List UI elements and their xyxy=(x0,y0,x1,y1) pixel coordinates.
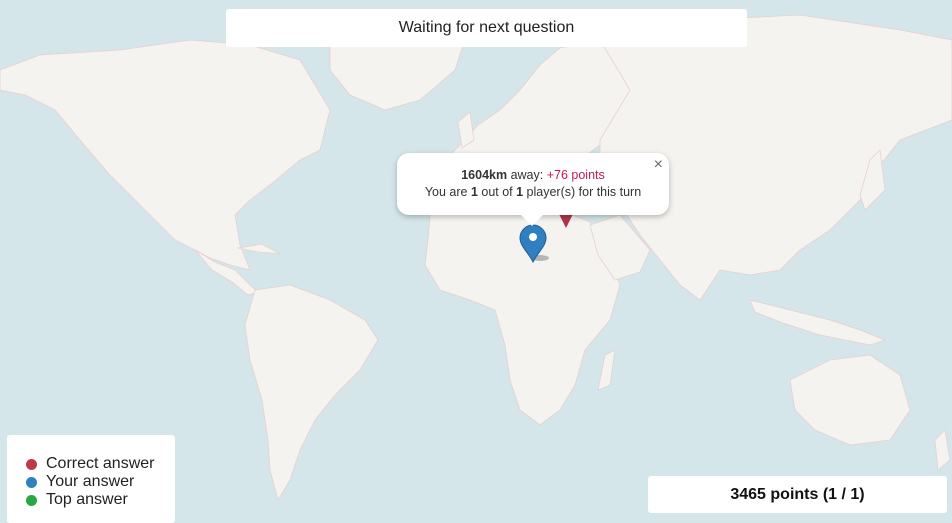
popup-rank-line: You are 1 out of 1 player(s) for this tu… xyxy=(397,185,669,199)
rank-suffix: player(s) for this turn xyxy=(523,185,642,199)
popup-distance-line: 1604km away: +76 points xyxy=(397,168,669,182)
legend-item-correct: Correct answer xyxy=(26,455,154,473)
legend-label: Correct answer xyxy=(46,455,155,472)
legend-label: Your answer xyxy=(46,473,135,490)
away-label: away: xyxy=(507,168,547,182)
legend-label: Top answer xyxy=(46,491,128,508)
correct-dot-icon xyxy=(26,458,37,470)
status-text: Waiting for next question xyxy=(398,19,575,36)
legend: Correct answer Your answer Top answer xyxy=(7,435,175,523)
result-popup: × 1604km away: +76 points You are 1 out … xyxy=(397,153,669,215)
rank-value: 1 xyxy=(470,185,478,199)
status-banner: Waiting for next question xyxy=(226,9,747,47)
points-earned: +76 points xyxy=(546,168,605,182)
rank-mid: out of xyxy=(477,185,517,199)
rank-prefix: You are xyxy=(424,185,471,199)
legend-item-top: Top answer xyxy=(26,491,128,509)
your-dot-icon xyxy=(26,476,37,488)
score-panel: 3465 points (1 / 1) xyxy=(648,476,947,513)
legend-item-yours: Your answer xyxy=(26,473,134,491)
distance-value: 1604km xyxy=(461,168,508,182)
score-text: 3465 points (1 / 1) xyxy=(730,485,865,503)
top-dot-icon xyxy=(26,494,37,506)
popup-tip xyxy=(520,214,544,226)
